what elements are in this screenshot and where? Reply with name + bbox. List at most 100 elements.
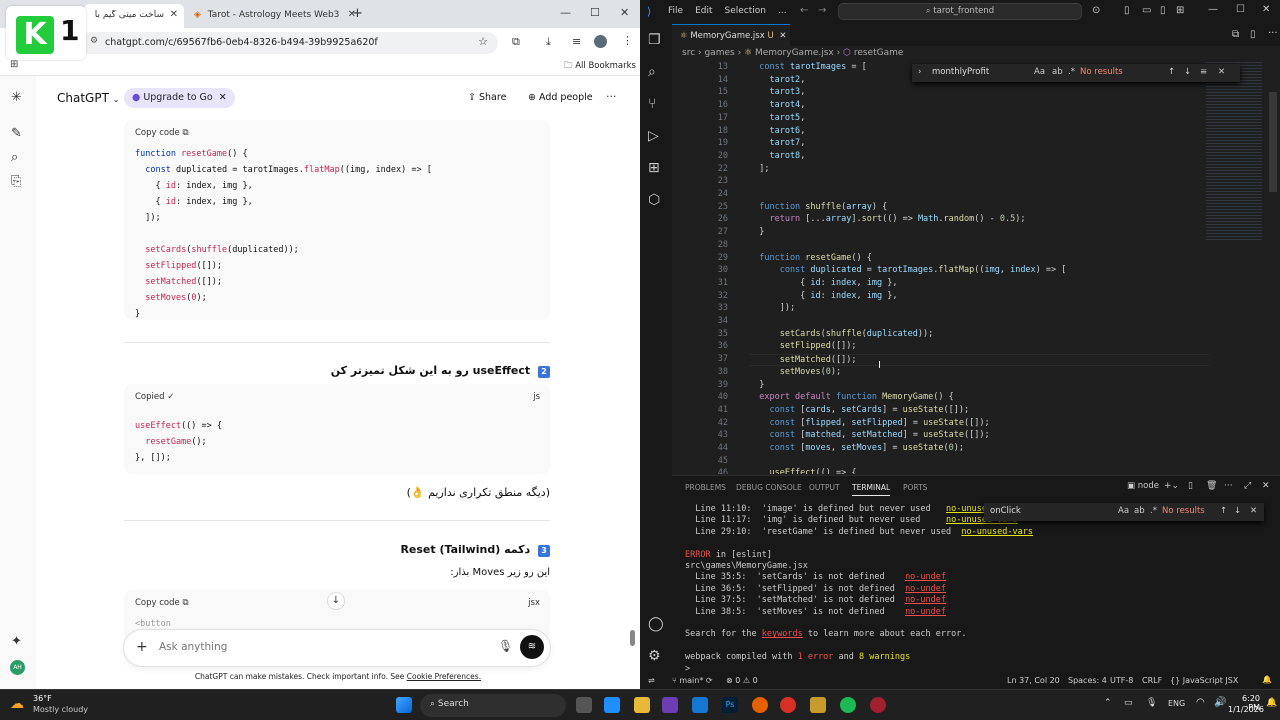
terminal-selector[interactable]: ▣ node xyxy=(1127,481,1159,491)
copied-status[interactable]: Copied ✓ xyxy=(124,384,550,410)
kill-terminal-icon[interactable]: 🗑 xyxy=(1206,481,1217,491)
layout-sidebar-icon[interactable]: ▯ xyxy=(1124,5,1130,16)
next-match-icon[interactable]: ↓ xyxy=(1184,67,1191,77)
editor-scrollbar[interactable] xyxy=(1269,92,1277,192)
find-input[interactable]: onClick xyxy=(990,506,1021,516)
encoding[interactable]: UTF-8 xyxy=(1110,676,1133,685)
scroll-down-button[interactable]: ↓ xyxy=(327,592,345,610)
layout-secondary-icon[interactable]: ▯ xyxy=(1160,5,1166,16)
photoshop-icon[interactable]: Ps xyxy=(722,697,738,713)
library-icon[interactable]: ⎘ xyxy=(11,174,21,189)
problems-status[interactable]: ⊗ 0 ⚠ 0 xyxy=(726,676,758,685)
panel-tab[interactable]: TERMINAL xyxy=(852,483,891,496)
language-mode[interactable]: {} JavaScript JSX xyxy=(1170,676,1238,685)
explorer-icon[interactable]: ❐ xyxy=(648,32,661,48)
panel-tab[interactable]: PROBLEMS xyxy=(685,483,726,492)
open-changes-icon[interactable]: ▯ xyxy=(1250,29,1256,40)
find-in-selection-icon[interactable]: ≡ xyxy=(1200,67,1207,77)
minimize-icon[interactable]: — xyxy=(560,6,571,19)
bookmark-star-icon[interactable]: ☆ xyxy=(478,35,488,48)
browser-tab-chatgpt[interactable]: ساخت میتی گیم با React ✕ xyxy=(84,4,184,28)
user-avatar[interactable]: AH xyxy=(10,660,25,675)
forward-arrow-icon[interactable]: → xyxy=(818,5,826,16)
notifications-icon[interactable]: 🔔 xyxy=(1262,675,1272,684)
tray-chevron-icon[interactable]: ⌃ xyxy=(1104,698,1112,708)
spotify-icon[interactable] xyxy=(840,697,856,713)
new-chat-icon[interactable]: ✎ xyxy=(11,126,22,141)
regex-icon[interactable]: .* xyxy=(1068,67,1075,77)
openai-logo-icon[interactable]: ✳ xyxy=(11,90,22,105)
panel-tab[interactable]: DEBUG CONSOLE xyxy=(736,483,802,492)
breadcrumb-games[interactable]: games xyxy=(704,48,734,58)
extensions-icon[interactable]: ⊞ xyxy=(648,160,660,176)
network-tray-icon[interactable]: ▭ xyxy=(1124,698,1133,708)
end-of-line[interactable]: CRLF xyxy=(1142,676,1162,685)
volume-icon[interactable]: 🔊 xyxy=(1214,697,1226,708)
split-editor-icon[interactable]: ⧉ xyxy=(1232,29,1239,40)
menu-item[interactable]: ... xyxy=(778,6,787,16)
file-explorer-icon[interactable] xyxy=(634,697,650,713)
browser-menu-icon[interactable]: ⋮ xyxy=(622,34,633,47)
split-terminal-icon[interactable]: ▯ xyxy=(1188,481,1193,491)
language-indicator[interactable]: ENG xyxy=(1168,699,1185,708)
all-bookmarks-button[interactable]: 🗀 All Bookmarks xyxy=(564,60,636,74)
chat-input-box[interactable]: + Ask anything 🎙 ≋ xyxy=(124,630,550,666)
copilot-app-icon[interactable] xyxy=(604,697,620,713)
microphone-icon[interactable]: 🎙 xyxy=(498,639,513,653)
model-selector[interactable]: ChatGPT ⌄ xyxy=(57,91,119,105)
previous-match-icon[interactable]: ↑ xyxy=(1220,506,1227,516)
close-panel-icon[interactable]: ✕ xyxy=(1262,481,1270,491)
new-tab-button[interactable]: + xyxy=(344,4,364,28)
run-debug-icon[interactable]: ▷ xyxy=(648,128,659,144)
breadcrumb-file[interactable]: MemoryGame.jsx xyxy=(755,48,834,58)
cookie-preferences-link[interactable]: Cookie Preferences. xyxy=(407,672,481,681)
match-word-icon[interactable]: ab xyxy=(1134,506,1145,516)
wifi-icon[interactable]: ◠ xyxy=(1196,697,1205,708)
cursor-position[interactable]: Ln 37, Col 20 xyxy=(1007,676,1060,685)
panel-tab[interactable]: PORTS xyxy=(903,483,927,492)
maximize-panel-icon[interactable]: ⤢ xyxy=(1244,481,1251,491)
more-options-icon[interactable]: ··· xyxy=(606,90,617,103)
download-icon[interactable]: ⤓ xyxy=(546,35,551,49)
visual-studio-icon[interactable] xyxy=(662,697,678,713)
search-icon[interactable]: ⌕ xyxy=(11,150,18,165)
layout-customize-icon[interactable]: ⊞ xyxy=(1176,5,1184,16)
close-icon[interactable]: ✕ xyxy=(170,9,178,20)
branch-status[interactable]: ⑂ main* ⟳ xyxy=(672,676,713,685)
add-people-button[interactable]: ⊕ Add people xyxy=(528,92,593,103)
breadcrumb-symbol[interactable]: resetGame xyxy=(854,48,904,58)
code-editor[interactable]: 13 const tarotImages = [14 tarot2, 15 tar… xyxy=(672,62,1280,474)
copy-code-button[interactable]: Copy code ⧉ xyxy=(124,120,550,146)
close-icon[interactable]: ✕ xyxy=(219,92,227,103)
more-actions-icon[interactable]: ··· xyxy=(1268,28,1278,39)
minimap[interactable] xyxy=(1206,62,1262,242)
mic-tray-icon[interactable]: 🎙 xyxy=(1146,698,1157,708)
voice-mode-icon[interactable]: ≋ xyxy=(520,635,544,659)
menu-item[interactable]: File xyxy=(668,6,683,16)
scrollbar-thumb[interactable] xyxy=(630,630,635,646)
panel-tab[interactable]: OUTPUT xyxy=(809,483,840,492)
chat-input-placeholder[interactable]: Ask anything xyxy=(159,641,227,653)
back-arrow-icon[interactable]: ← xyxy=(800,5,808,16)
tab-memory-game[interactable]: ⚛ MemoryGame.jsx U ✕ xyxy=(672,24,790,46)
command-center-search[interactable]: ⌕ tarot_frontend xyxy=(838,3,1082,20)
new-terminal-icon[interactable]: +⌄ xyxy=(1164,481,1179,491)
match-case-icon[interactable]: Aa xyxy=(1118,506,1129,516)
more-actions-icon[interactable]: ··· xyxy=(1224,481,1233,491)
copilot-icon[interactable]: ⊙ xyxy=(1092,5,1100,16)
settings-gear-icon[interactable]: ⚙ xyxy=(648,648,661,664)
windows-start-icon[interactable] xyxy=(396,697,412,713)
weather-icon[interactable]: ☁ xyxy=(10,696,24,712)
toggle-replace-icon[interactable]: › xyxy=(918,67,921,77)
url-field[interactable]: ⚙ chatgpt.com/c/69567fb6-0eb4-8326-b494-… xyxy=(80,32,498,54)
media-icon[interactable]: ≡ xyxy=(572,35,581,48)
minimize-icon[interactable]: — xyxy=(1208,4,1218,15)
remote-icon[interactable]: ⇌ xyxy=(648,676,655,685)
close-icon[interactable]: ✕ xyxy=(1218,67,1225,77)
share-button[interactable]: ⇪ Share xyxy=(468,92,506,103)
taskbar-search[interactable]: ⌕ Search xyxy=(420,694,566,717)
plus-icon[interactable]: + xyxy=(136,639,148,655)
upgrade-button[interactable]: ● Upgrade to Go ✕ xyxy=(124,88,235,108)
firefox-icon[interactable] xyxy=(752,697,768,713)
notification-bell-icon[interactable]: 🔔 xyxy=(1266,698,1277,708)
